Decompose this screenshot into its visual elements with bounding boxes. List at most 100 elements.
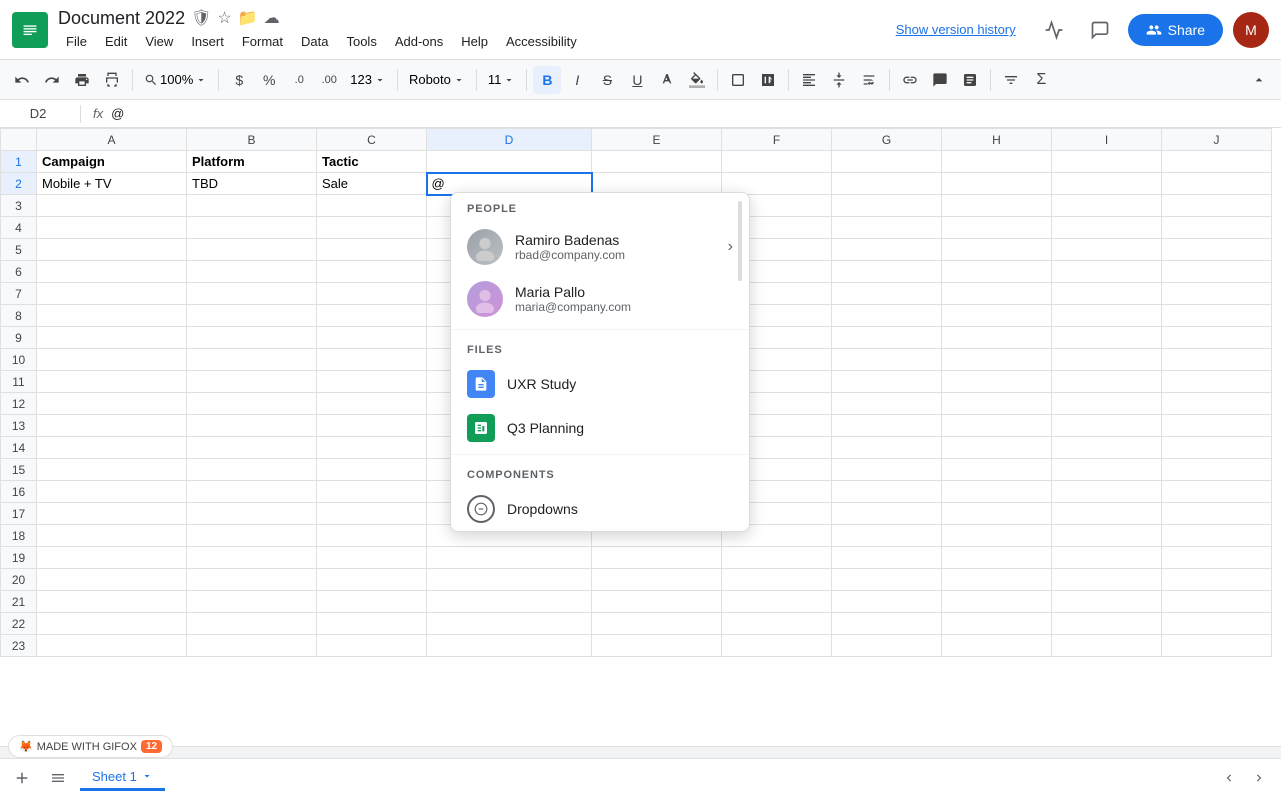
add-sheet-button[interactable] <box>8 764 36 792</box>
decimal-down-button[interactable]: .0 <box>285 66 313 94</box>
row-header-2[interactable]: 2 <box>1 173 37 195</box>
sheet-list-button[interactable] <box>44 764 72 792</box>
link-button[interactable] <box>896 66 924 94</box>
underline-button[interactable]: U <box>623 66 651 94</box>
cell-I2[interactable] <box>1052 173 1162 195</box>
border-button[interactable] <box>724 66 752 94</box>
cell-C2[interactable]: Sale <box>317 173 427 195</box>
menu-file[interactable]: File <box>58 31 95 52</box>
cell-B2[interactable]: TBD <box>187 173 317 195</box>
decimal-up-button[interactable]: .00 <box>315 66 343 94</box>
menu-accessibility[interactable]: Accessibility <box>498 31 585 52</box>
collapse-toolbar-button[interactable] <box>1245 66 1273 94</box>
doc-title[interactable]: Document 2022 <box>58 8 185 29</box>
arrow-icon: › <box>728 238 733 256</box>
bold-button[interactable]: B <box>533 66 561 94</box>
function-button[interactable]: Σ <box>1027 66 1055 94</box>
filter-button[interactable] <box>997 66 1025 94</box>
cell-H1[interactable] <box>942 151 1052 173</box>
redo-button[interactable] <box>38 66 66 94</box>
table-row: 1 Campaign Platform Tactic <box>1 151 1272 173</box>
cell-E1[interactable] <box>592 151 722 173</box>
file-q3-text: Q3 Planning <box>507 420 584 436</box>
menu-tools[interactable]: Tools <box>338 31 384 52</box>
align-button[interactable] <box>795 66 823 94</box>
person-maria[interactable]: Maria Pallo maria@company.com <box>451 273 749 325</box>
col-header-I[interactable]: I <box>1052 129 1162 151</box>
chart-button[interactable] <box>956 66 984 94</box>
cell-C1[interactable]: Tactic <box>317 151 427 173</box>
formula-input[interactable] <box>111 106 1273 121</box>
files-section-header: FILES <box>451 334 749 362</box>
cell-A2[interactable]: Mobile + TV <box>37 173 187 195</box>
menu-help[interactable]: Help <box>453 31 496 52</box>
sheet-nav-right-button[interactable] <box>1245 764 1273 792</box>
sheet-tab-1[interactable]: Sheet 1 <box>80 765 165 791</box>
paint-format-button[interactable] <box>98 66 126 94</box>
comment-button[interactable] <box>926 66 954 94</box>
cell-H2[interactable] <box>942 173 1052 195</box>
col-header-B[interactable]: B <box>187 129 317 151</box>
component-dropdowns[interactable]: Dropdowns <box>451 487 749 531</box>
font-size-dropdown[interactable]: 11 <box>483 69 521 90</box>
cell-B1[interactable]: Platform <box>187 151 317 173</box>
show-version-history[interactable]: Show version history <box>888 22 1024 37</box>
star-icon[interactable]: ☆ <box>217 8 231 28</box>
menu-format[interactable]: Format <box>234 31 291 52</box>
menu-edit[interactable]: Edit <box>97 31 135 52</box>
comment-icon[interactable] <box>1082 12 1118 48</box>
person-ramiro-email: rbad@company.com <box>515 248 625 262</box>
format-dropdown[interactable]: 123 <box>345 69 391 90</box>
cell-F1[interactable] <box>722 151 832 173</box>
scroll-indicator <box>737 193 743 531</box>
font-dropdown[interactable]: Roboto <box>404 69 470 90</box>
user-avatar[interactable]: M <box>1233 12 1269 48</box>
col-header-A[interactable]: A <box>37 129 187 151</box>
cell-reference-input[interactable] <box>8 106 68 121</box>
percent-button[interactable]: % <box>255 66 283 94</box>
menu-view[interactable]: View <box>137 31 181 52</box>
folder-icon[interactable]: 📁 <box>238 8 258 28</box>
menu-data[interactable]: Data <box>293 31 336 52</box>
cell-G2[interactable] <box>832 173 942 195</box>
menu-insert[interactable]: Insert <box>183 31 232 52</box>
share-button[interactable]: Share <box>1128 14 1223 46</box>
cell-I1[interactable] <box>1052 151 1162 173</box>
cell-J1[interactable] <box>1162 151 1272 173</box>
file-uxr-text: UXR Study <box>507 376 576 392</box>
text-wrap-button[interactable] <box>855 66 883 94</box>
sheet-nav-left-button[interactable] <box>1215 764 1243 792</box>
italic-button[interactable]: I <box>563 66 591 94</box>
person-ramiro[interactable]: Ramiro Badenas rbad@company.com › <box>451 221 749 273</box>
cell-G1[interactable] <box>832 151 942 173</box>
undo-button[interactable] <box>8 66 36 94</box>
strikethrough-button[interactable]: S <box>593 66 621 94</box>
row-header-1[interactable]: 1 <box>1 151 37 173</box>
valign-button[interactable] <box>825 66 853 94</box>
cell-J2[interactable] <box>1162 173 1272 195</box>
gifox-badge: 🦊 MADE WITH GIFOX 12 <box>8 735 173 758</box>
currency-button[interactable]: $ <box>225 66 253 94</box>
activity-icon[interactable] <box>1036 12 1072 48</box>
print-button[interactable] <box>68 66 96 94</box>
zoom-dropdown[interactable]: 100% <box>139 69 212 90</box>
file-q3-planning[interactable]: Q3 Planning <box>451 406 749 450</box>
fx-label: fx <box>93 106 103 121</box>
cell-D1[interactable] <box>427 151 592 173</box>
fill-color-button[interactable] <box>683 66 711 94</box>
text-color-button[interactable] <box>653 66 681 94</box>
col-header-C[interactable]: C <box>317 129 427 151</box>
col-header-D[interactable]: D <box>427 129 592 151</box>
col-header-E[interactable]: E <box>592 129 722 151</box>
merge-cells-button[interactable] <box>754 66 782 94</box>
col-header-H[interactable]: H <box>942 129 1052 151</box>
col-header-G[interactable]: G <box>832 129 942 151</box>
col-header-J[interactable]: J <box>1162 129 1272 151</box>
horizontal-scrollbar[interactable] <box>0 746 1281 758</box>
menu-addons[interactable]: Add-ons <box>387 31 451 52</box>
menu-bar: File Edit View Insert Format Data Tools … <box>58 31 888 52</box>
cloud-icon[interactable]: ☁ <box>264 8 280 28</box>
col-header-F[interactable]: F <box>722 129 832 151</box>
file-uxr-study[interactable]: UXR Study <box>451 362 749 406</box>
cell-A1[interactable]: Campaign <box>37 151 187 173</box>
